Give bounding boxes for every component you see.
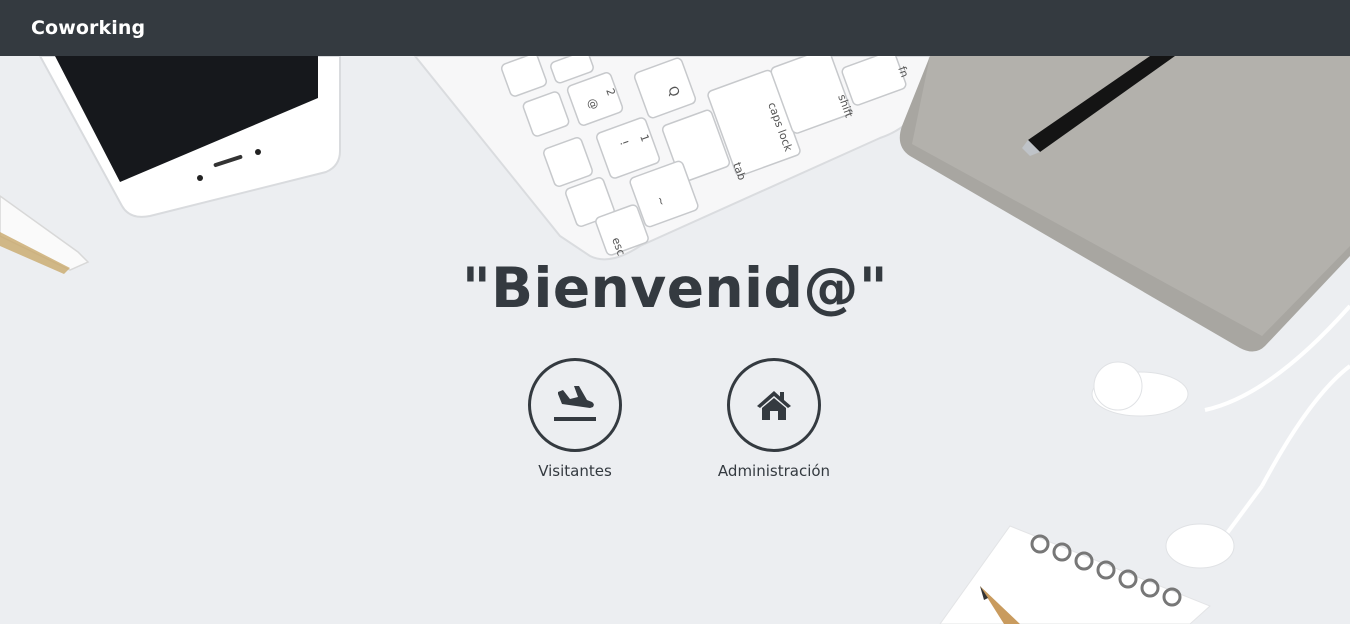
home-icon <box>757 391 791 420</box>
visitors-option[interactable]: Visitantes <box>485 358 665 480</box>
welcome-title: "Bienvenid@" <box>461 256 889 320</box>
navbar: Coworking <box>0 0 1350 56</box>
brand-link[interactable]: Coworking <box>31 17 145 39</box>
visitors-label: Visitantes <box>538 462 612 480</box>
phone-illustration <box>38 56 341 218</box>
administration-option[interactable]: Administración <box>684 358 864 480</box>
administration-button[interactable] <box>727 358 821 452</box>
administration-label: Administración <box>717 462 831 480</box>
plane-arrival-icon <box>554 386 596 421</box>
hero-section: esc tab caps lock shift fn @ 2 Q ! 1 ~ "… <box>0 56 1350 624</box>
keyboard-illustration: esc tab caps lock shift fn @ 2 Q ! 1 ~ <box>413 56 932 261</box>
desk-background-image: esc tab caps lock shift fn @ 2 Q ! 1 ~ <box>0 56 1350 624</box>
visitors-button[interactable] <box>528 358 622 452</box>
earphones-illustration <box>1204 304 1350 538</box>
